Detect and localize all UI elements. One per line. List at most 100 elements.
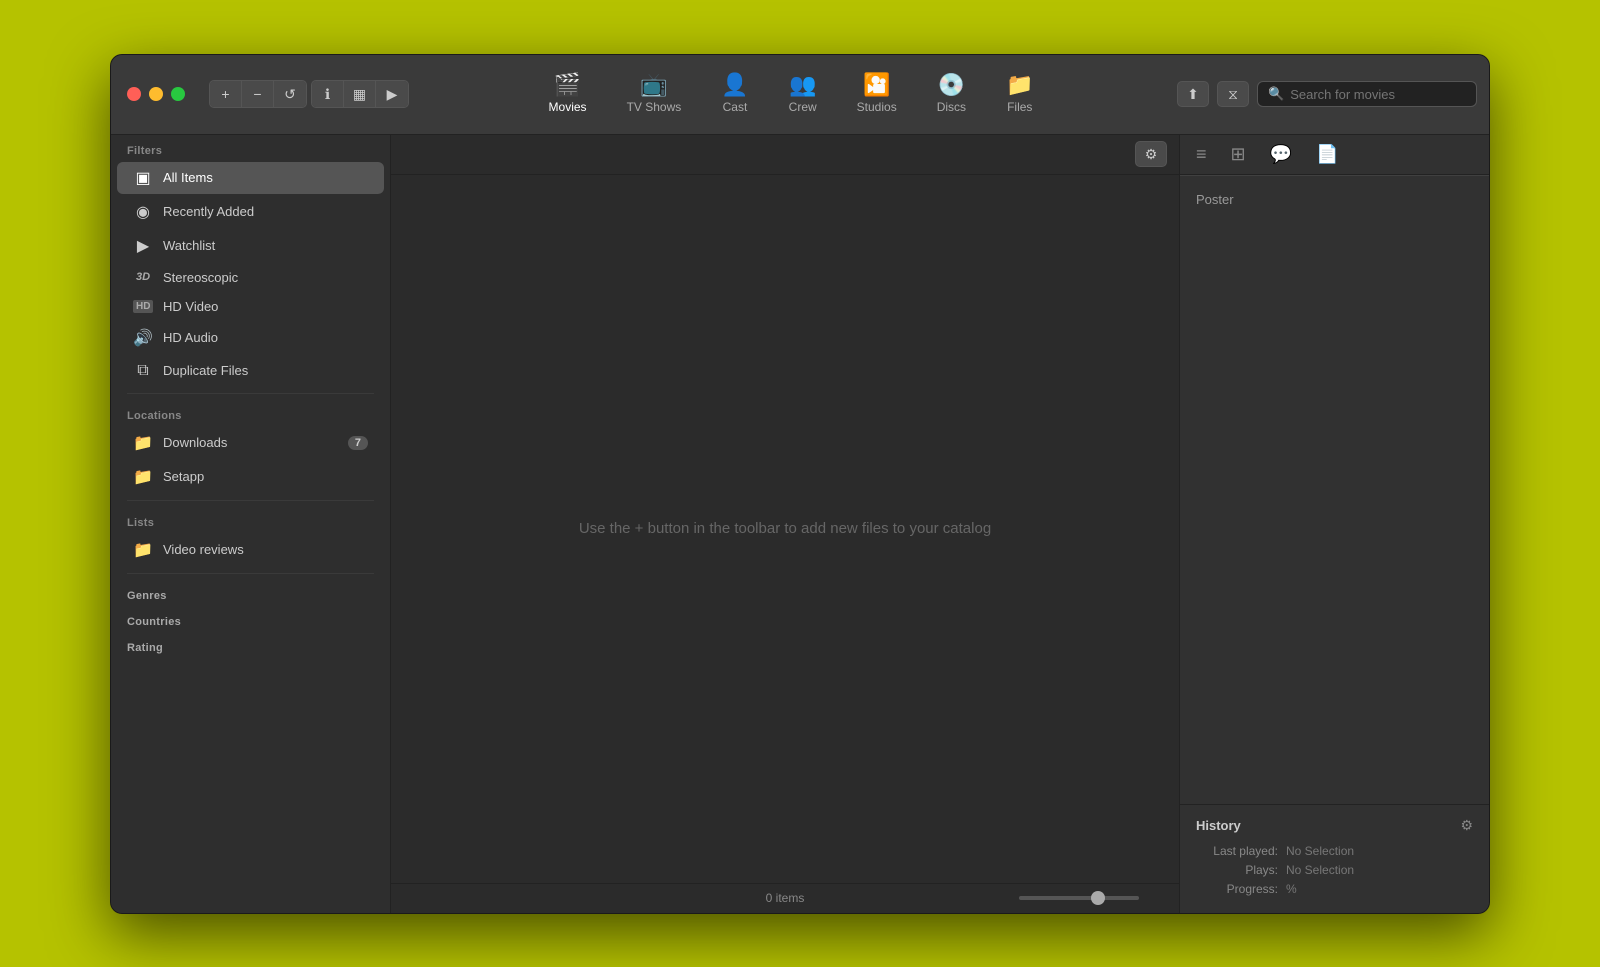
sidebar-item-all-items-label: All Items: [163, 170, 213, 185]
cast-icon: 👤: [721, 74, 748, 96]
plays-label: Plays:: [1196, 863, 1286, 877]
sidebar-item-setapp[interactable]: 📁 Setapp: [117, 461, 384, 493]
tab-movies[interactable]: 🎬 Movies: [529, 66, 607, 122]
progress-row: Progress: %: [1196, 882, 1473, 896]
center-toolbar: ⚙: [391, 135, 1179, 175]
history-header: History ⚙: [1196, 817, 1473, 834]
stereoscopic-icon: 3D: [133, 271, 153, 283]
plays-value: No Selection: [1286, 863, 1354, 877]
tab-grid-view[interactable]: ⊞: [1227, 140, 1250, 169]
files-icon: 📁: [1006, 74, 1033, 96]
filter-icon: ⧖: [1228, 86, 1238, 103]
sidebar-item-stereoscopic[interactable]: 3D Stereoscopic: [117, 264, 384, 291]
sidebar-item-downloads[interactable]: 📁 Downloads 7: [117, 427, 384, 459]
watchlist-icon: ▶: [133, 236, 153, 256]
downloads-badge: 7: [348, 436, 368, 450]
sidebar-item-duplicate-files[interactable]: ⧉ Duplicate Files: [117, 356, 384, 386]
tab-files-label: Files: [1007, 100, 1032, 114]
close-button[interactable]: [127, 87, 141, 101]
empty-state: Use the + button in the toolbar to add n…: [391, 175, 1179, 883]
sidebar-item-downloads-label: Downloads: [163, 435, 227, 450]
separator-2: [127, 500, 374, 501]
refresh-button[interactable]: ↺: [274, 81, 306, 107]
plays-row: Plays: No Selection: [1196, 863, 1473, 877]
filter-button[interactable]: ⧖: [1217, 81, 1249, 107]
sidebar-item-stereoscopic-label: Stereoscopic: [163, 270, 238, 285]
sidebar-item-hd-audio[interactable]: 🔊 HD Audio: [117, 322, 384, 354]
remove-button[interactable]: −: [242, 81, 274, 107]
tab-doc-view[interactable]: 📄: [1312, 140, 1342, 169]
maximize-button[interactable]: [171, 87, 185, 101]
nav-tabs: 🎬 Movies 📺 TV Shows 👤 Cast 👥 Crew 🎦 Stud…: [417, 66, 1165, 122]
search-input[interactable]: [1290, 87, 1466, 102]
tab-comment-view[interactable]: 💬: [1266, 140, 1296, 169]
video-reviews-icon: 📁: [133, 540, 153, 560]
rating-header: Rating: [111, 632, 390, 658]
sidebar-item-all-items[interactable]: ▣ All Items: [117, 162, 384, 194]
tab-tvshows[interactable]: 📺 TV Shows: [607, 66, 702, 122]
separator-1: [127, 393, 374, 394]
minimize-button[interactable]: [149, 87, 163, 101]
titlebar: + − ↺ ℹ ▦ ▶ 🎬 Movies 📺 TV Shows 👤 Cas: [111, 55, 1489, 135]
tab-discs-label: Discs: [937, 100, 966, 114]
sidebar-item-video-reviews-label: Video reviews: [163, 542, 244, 557]
zoom-slider[interactable]: [1019, 896, 1139, 900]
toolbar-right: ⬆ ⧖ 🔍: [1165, 81, 1489, 107]
search-icon: 🔍: [1268, 86, 1284, 102]
setapp-icon: 📁: [133, 467, 153, 487]
recently-added-icon: ◉: [133, 202, 153, 222]
history-settings-button[interactable]: ⚙: [1460, 817, 1473, 834]
crew-icon: 👥: [789, 74, 816, 96]
last-played-label: Last played:: [1196, 844, 1286, 858]
search-box[interactable]: 🔍: [1257, 81, 1477, 107]
all-items-icon: ▣: [133, 168, 153, 188]
sidebar-item-watchlist[interactable]: ▶ Watchlist: [117, 230, 384, 262]
discs-icon: 💿: [938, 74, 965, 96]
filters-header: Filters: [111, 135, 390, 161]
tab-crew-label: Crew: [789, 100, 817, 114]
sidebar-item-recently-added[interactable]: ◉ Recently Added: [117, 196, 384, 228]
tab-crew[interactable]: 👥 Crew: [769, 66, 837, 122]
center-panel: ⚙ Use the + button in the toolbar to add…: [391, 135, 1179, 913]
movies-icon: 🎬: [554, 74, 581, 96]
tab-discs[interactable]: 💿 Discs: [917, 66, 986, 122]
tab-movies-label: Movies: [549, 100, 587, 114]
sidebar-item-hd-video[interactable]: HD HD Video: [117, 293, 384, 320]
separator-3: [127, 573, 374, 574]
hd-video-icon: HD: [133, 300, 153, 313]
locations-header: Locations: [111, 400, 390, 426]
sidebar-item-video-reviews[interactable]: 📁 Video reviews: [117, 534, 384, 566]
progress-value: %: [1286, 882, 1297, 896]
settings-button[interactable]: ⚙: [1135, 141, 1167, 167]
view-button[interactable]: ▦: [344, 81, 376, 107]
app-window: + − ↺ ℹ ▦ ▶ 🎬 Movies 📺 TV Shows 👤 Cas: [110, 54, 1490, 914]
main-content: Filters ▣ All Items ◉ Recently Added ▶ W…: [111, 135, 1489, 913]
status-bar: 0 items: [391, 883, 1179, 913]
tab-files[interactable]: 📁 Files: [986, 66, 1053, 122]
sidebar-item-watchlist-label: Watchlist: [163, 238, 215, 253]
info-view-group: ℹ ▦ ▶: [311, 80, 409, 108]
countries-header: Countries: [111, 606, 390, 632]
sidebar-item-setapp-label: Setapp: [163, 469, 204, 484]
add-button[interactable]: +: [210, 81, 242, 107]
right-panel-tabs: ≡ ⊞ 💬 📄: [1180, 135, 1489, 175]
tvshows-icon: 📺: [640, 74, 667, 96]
info-button[interactable]: ℹ: [312, 81, 344, 107]
duplicate-files-icon: ⧉: [133, 362, 153, 380]
history-section: History ⚙ Last played: No Selection Play…: [1180, 804, 1489, 913]
hd-audio-icon: 🔊: [133, 328, 153, 348]
downloads-icon: 📁: [133, 433, 153, 453]
tab-cast[interactable]: 👤 Cast: [701, 66, 768, 122]
item-count: 0 items: [766, 891, 805, 905]
tab-studios[interactable]: 🎦 Studios: [837, 66, 917, 122]
sidebar-item-hd-video-label: HD Video: [163, 299, 218, 314]
right-panel: ≡ ⊞ 💬 📄 Poster History ⚙ Last played: No…: [1179, 135, 1489, 913]
history-title: History: [1196, 818, 1241, 833]
empty-message: Use the + button in the toolbar to add n…: [579, 520, 991, 537]
share-button[interactable]: ⬆: [1177, 81, 1209, 107]
add-remove-group: + − ↺: [209, 80, 307, 108]
slider-thumb: [1091, 891, 1105, 905]
tab-tvshows-label: TV Shows: [627, 100, 682, 114]
play-button[interactable]: ▶: [376, 81, 408, 107]
tab-list-view[interactable]: ≡: [1192, 140, 1211, 169]
